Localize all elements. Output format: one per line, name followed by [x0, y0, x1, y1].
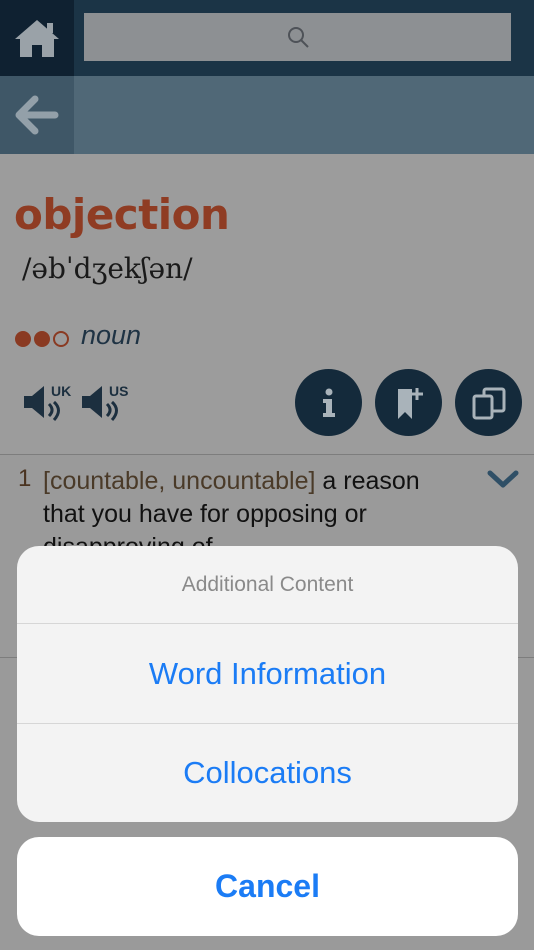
collocations-button[interactable]: Collocations [17, 723, 518, 822]
audio-us-button[interactable]: US [80, 382, 136, 422]
cancel-button[interactable]: Cancel [17, 837, 518, 936]
pronunciation: /əbˈdʒekʃən/ [22, 252, 193, 285]
search-input[interactable] [84, 13, 511, 61]
arrow-left-icon [15, 95, 59, 135]
speaker-icon: US [82, 383, 128, 422]
home-button[interactable] [0, 0, 74, 76]
copy-icon [472, 387, 505, 419]
frequency-dot-filled [15, 331, 31, 347]
action-sheet-title: Additional Content [17, 546, 518, 624]
headword: objection [14, 190, 230, 239]
audio-uk-button[interactable]: UK [22, 382, 78, 422]
frequency-dot-filled [34, 331, 50, 347]
nav-bar [0, 76, 534, 154]
bookmark-add-icon [397, 387, 423, 419]
entry-header: objection /əbˈdʒekʃən/ noun UK US [0, 154, 534, 454]
expand-button[interactable] [487, 469, 519, 494]
audio-us-label: US [109, 383, 128, 399]
bookmark-add-button[interactable] [375, 369, 442, 436]
search-icon [287, 27, 309, 48]
speaker-icon: UK [24, 383, 71, 422]
chevron-down-icon [487, 470, 519, 488]
top-bar [0, 0, 534, 76]
frequency-dot-empty [53, 331, 69, 347]
home-icon [15, 20, 59, 57]
frequency-indicator [15, 331, 69, 347]
word-information-button[interactable]: Word Information [17, 624, 518, 723]
sense-number: 1 [18, 465, 32, 492]
grammar-label: [countable, uncountable] [43, 467, 316, 495]
info-icon [322, 388, 335, 417]
dictionary-screen: objection /əbˈdʒekʃən/ noun UK US 1 [cou… [0, 0, 534, 950]
back-button[interactable] [0, 76, 74, 154]
info-button[interactable] [295, 369, 362, 436]
audio-uk-label: UK [51, 383, 71, 399]
copy-button[interactable] [455, 369, 522, 436]
action-sheet: Additional Content Word Information Coll… [17, 546, 518, 822]
part-of-speech: noun [81, 320, 142, 350]
